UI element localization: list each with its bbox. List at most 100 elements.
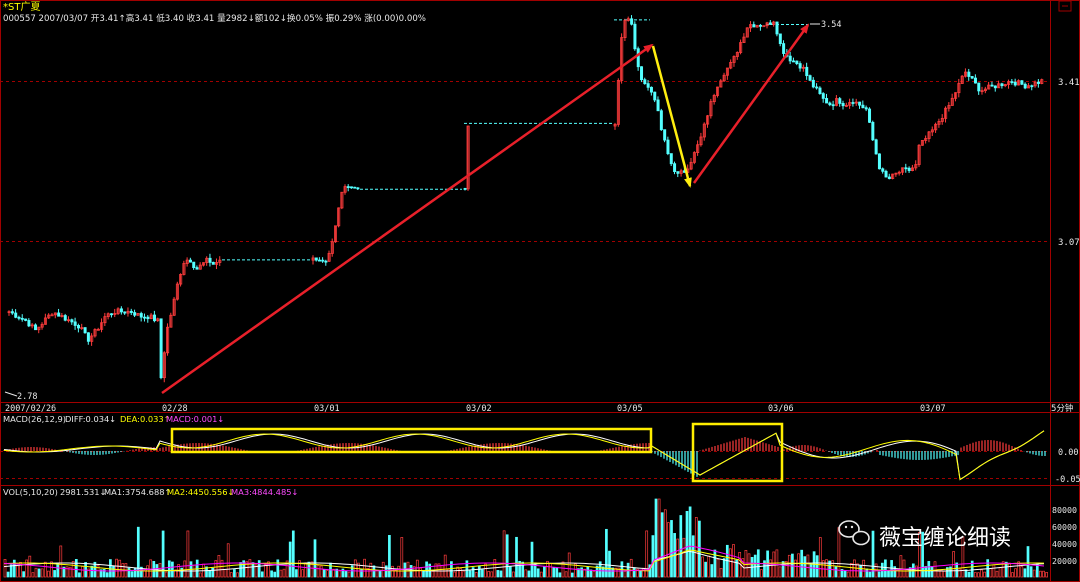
volume-bar [471, 567, 475, 578]
volume-bar [288, 541, 292, 578]
vol-axis-label: 60000 [1052, 522, 1077, 532]
volume-bar [74, 559, 78, 578]
vol-title: VOL(5,10,20) [3, 487, 58, 497]
candle [877, 153, 881, 170]
candle [633, 21, 637, 51]
volume-bar [322, 569, 326, 578]
volume-bar [865, 568, 869, 578]
period-label: 5分钟 [1051, 403, 1073, 414]
volume-bar [688, 506, 692, 578]
volume-bar [372, 565, 376, 578]
volume-bar [171, 561, 174, 578]
volume-bar [22, 571, 25, 578]
price-label-3.41: 3.41 [1058, 78, 1080, 88]
vol-ma1: MA1:3754.688↑ [104, 487, 171, 497]
volume-bar [679, 515, 683, 578]
volume-bar [422, 570, 425, 578]
volume-bar [530, 541, 534, 578]
volume-bar [344, 570, 348, 578]
volume-bar [887, 569, 890, 578]
volume-bar [6, 571, 10, 578]
volume-bar [843, 570, 847, 578]
volume-bar [698, 520, 701, 578]
vol-axis-label: 80000 [1052, 505, 1077, 515]
date-label: 02/28 [162, 404, 188, 414]
vol-value: 2981.531↓ [60, 487, 107, 497]
candle [623, 18, 627, 42]
volume-bar [536, 568, 540, 578]
volume-bar [1023, 568, 1027, 578]
macd-diff: DIFF:0.034↓ [65, 414, 116, 424]
volume-header: VOL(5,10,20) 2981.531↓ MA1:3754.688↑ MA2… [3, 487, 298, 497]
volume-bar [1026, 546, 1030, 578]
candle [874, 138, 878, 155]
volume-bar [691, 535, 695, 578]
candle [1040, 78, 1044, 85]
volume-bar [809, 564, 813, 578]
volume-bar [515, 536, 518, 578]
candle [692, 151, 696, 165]
volume-bar [670, 520, 673, 578]
candle [333, 225, 337, 243]
volume-bar [12, 559, 16, 578]
candle [960, 74, 964, 84]
candle [162, 351, 166, 383]
volume-bar [704, 561, 707, 578]
stock-chart: *ST广夏 000557 2007/03/07 开3.41↑高3.41 低3.4… [0, 0, 1080, 582]
volume-bar [955, 562, 959, 578]
volume-bar [233, 569, 236, 578]
candle [466, 125, 470, 191]
volume-bar [654, 498, 658, 578]
vol-axis-label: 20000 [1052, 556, 1077, 566]
volume-bar [1035, 563, 1039, 578]
volume-bar [632, 567, 636, 578]
volume-bar [558, 572, 562, 578]
volume-bar [133, 567, 137, 578]
volume-bar [105, 572, 109, 578]
volume-bar [78, 572, 81, 578]
volume-bar [425, 561, 428, 578]
vol-ma3: MA3:4844.485↓ [231, 487, 298, 497]
volume-bar [1029, 566, 1033, 578]
candle [93, 328, 97, 338]
macd-axis-zero: 0.00 [1058, 448, 1078, 458]
volume-bar [109, 559, 112, 578]
date-label: 03/02 [466, 404, 492, 414]
volume-bar [496, 570, 500, 578]
macd-axis-neg: -0.05 [1055, 475, 1080, 485]
candle [620, 33, 624, 84]
volume-bar [639, 570, 642, 578]
volume-bar [481, 569, 484, 578]
candle [172, 296, 176, 317]
volume-bar [56, 562, 60, 578]
volume-bar [710, 564, 714, 578]
candle [337, 207, 341, 228]
volume-bar [884, 559, 887, 578]
high-price-label: 3.54 [821, 20, 841, 30]
volume-bar [180, 567, 184, 578]
volume-bar [273, 571, 277, 578]
volume-bar [651, 535, 655, 578]
vol-axis-label: 40000 [1052, 539, 1077, 549]
volume-bar [9, 564, 13, 578]
date-label: 03/01 [314, 404, 340, 414]
candle [775, 21, 779, 37]
volume-bar [90, 565, 94, 578]
volume-bar [505, 534, 509, 578]
candle [211, 261, 215, 265]
watermark-text: 薇宝缠论细读 [879, 526, 1011, 551]
volume-bar [251, 562, 255, 578]
volume-bar [477, 565, 481, 578]
volume-bar [53, 570, 56, 578]
candle [175, 281, 179, 301]
candle [640, 66, 644, 83]
volume-bar [605, 528, 608, 578]
volume-bar [527, 570, 531, 578]
vol-ma2: MA2:4450.556↓ [167, 487, 234, 497]
candle [663, 129, 667, 143]
volume-bar [580, 567, 583, 578]
volume-bar [608, 550, 611, 578]
volume-bar [295, 569, 298, 578]
date-label: 2007/02/26 [5, 404, 56, 414]
volume-bar [130, 571, 134, 578]
